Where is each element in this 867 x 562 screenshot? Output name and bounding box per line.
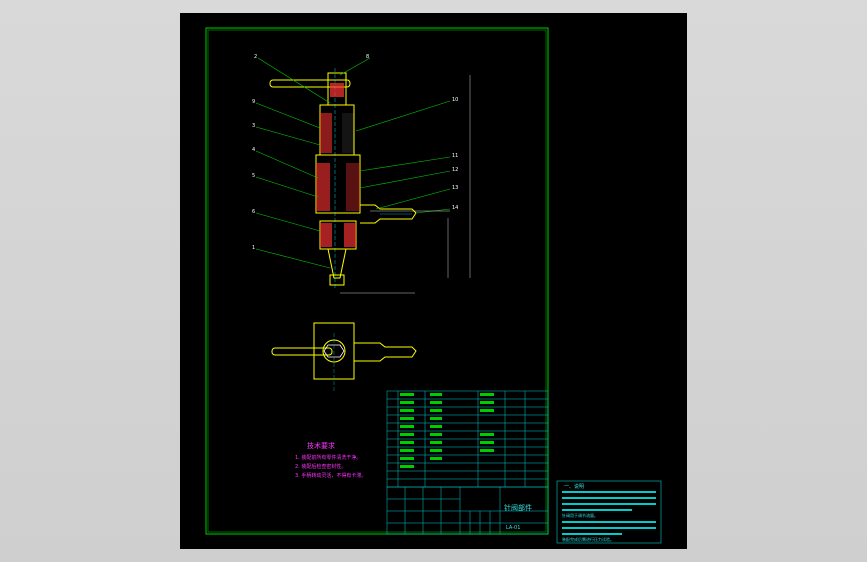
technical-notes: 技术要求 1. 装配前所有零件清洗干净。 2. 装配后检查密封性。 3. 手柄转… [295,441,385,479]
drawing-name: 针阀部件 [504,504,532,512]
balloon-label: 12 [452,167,459,173]
parts-list [386,390,549,488]
notes-line: 3. 手柄转动灵活，不得有卡滞。 [295,473,367,479]
balloon-label: 4 [252,147,256,153]
notes-heading: 技术要求 [307,442,335,450]
side-note-title: 一、说明 [564,484,585,490]
valve-top-view [271,322,417,391]
notes-line: 2. 装配后检查密封性。 [295,464,347,470]
balloon-label: 5 [252,173,256,179]
cad-viewport: 2 8 9 3 4 5 6 1 10 11 12 13 14 技术要求 1. 装… [0,0,867,562]
drawing-svg [205,27,662,544]
balloon-label: 11 [452,153,459,159]
drawing-number: LA-01 [506,525,521,531]
side-note-line: 装配完成后需进行压力试验。 [562,537,614,542]
balloon-label: 3 [252,123,256,129]
valve-main-view [269,68,417,288]
balloon-label: 13 [452,185,459,191]
balloon-label: 14 [452,205,459,211]
balloon-label: 2 [254,54,258,60]
drawing-canvas[interactable]: 2 8 9 3 4 5 6 1 10 11 12 13 14 技术要求 1. 装… [180,13,687,549]
balloon-label: 6 [252,209,256,215]
parts-list-text [400,393,494,468]
notes-line: 1. 装配前所有零件清洗干净。 [295,455,362,461]
balloon-label: 10 [452,97,459,103]
balloon-label: 1 [252,245,256,251]
side-note-line: 针阀用于调节流量。 [562,513,598,518]
balloon-label: 8 [366,54,370,60]
balloon-label: 9 [252,99,256,105]
